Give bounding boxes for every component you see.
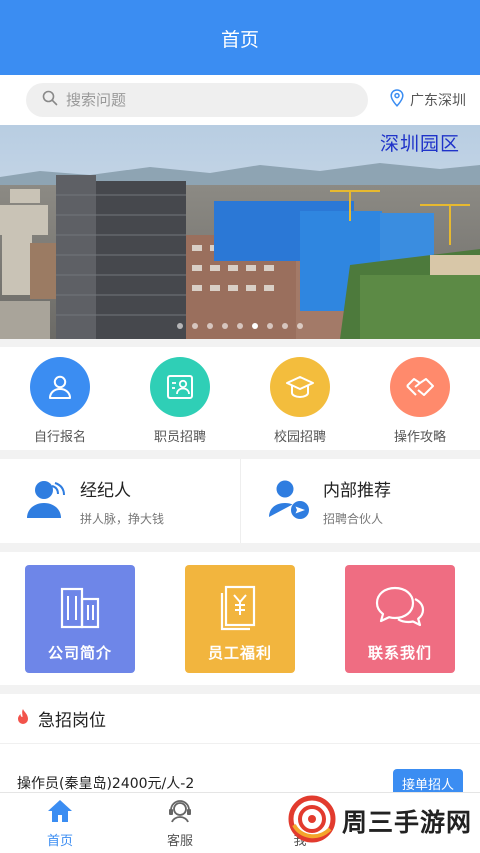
search-icon [42, 90, 58, 110]
quick-action-label: 操作攻略 [393, 430, 446, 445]
urgent-jobs-header: 急招岗位 [0, 694, 480, 744]
agent-title: 内部推荐 [323, 480, 391, 501]
carousel-dot[interactable] [237, 323, 243, 329]
quick-action-staff-recruit[interactable]: 职员招聘 [120, 347, 240, 450]
agent-section: 经纪人 拼人脉，挣大钱 内部推荐 招聘合伙人 [0, 459, 480, 543]
location-pin-icon [390, 89, 404, 111]
referral-person-icon [267, 477, 311, 525]
carousel-dot[interactable] [192, 323, 198, 329]
id-card-icon [150, 357, 210, 417]
location-selector[interactable]: 广东深圳 [390, 89, 466, 111]
tile-label: 员工福利 [207, 643, 272, 662]
job-title: 操作员(秦皇岛)2400元/人-2 [17, 776, 195, 792]
banner-carousel[interactable]: 深圳园区 [0, 125, 480, 339]
graduation-cap-icon [270, 357, 330, 417]
banner-image [0, 125, 480, 339]
watermark-logo-icon [288, 795, 336, 847]
urgent-jobs-title: 急招岗位 [38, 711, 106, 731]
tile-label: 联系我们 [367, 643, 432, 662]
handshake-icon [390, 357, 450, 417]
carousel-indicator [0, 323, 480, 329]
watermark: 周三手游网 [288, 795, 472, 847]
quick-action-guide[interactable]: 操作攻略 [360, 347, 480, 450]
chat-bubbles-icon [373, 583, 427, 635]
agent-card-broker[interactable]: 经纪人 拼人脉，挣大钱 [0, 459, 240, 543]
fire-icon [16, 708, 30, 730]
location-text: 广东深圳 [410, 93, 466, 109]
quick-action-campus-recruit[interactable]: 校园招聘 [240, 347, 360, 450]
search-input[interactable] [66, 91, 326, 109]
tile-company-intro[interactable]: 公司简介 [25, 564, 135, 673]
carousel-dot[interactable] [207, 323, 213, 329]
quick-action-label: 自行报名 [33, 430, 86, 445]
app-header: 首页 [0, 0, 480, 75]
page-title: 首页 [220, 29, 259, 51]
home-icon [47, 799, 73, 827]
agent-subtitle: 拼人脉，挣大钱 [80, 511, 165, 526]
agent-card-referral[interactable]: 内部推荐 招聘合伙人 [240, 459, 480, 543]
tile-contact-us[interactable]: 联系我们 [345, 564, 455, 673]
watermark-text: 周三手游网 [341, 808, 472, 837]
yen-receipt-icon [216, 583, 264, 635]
tab-customer-service[interactable]: 客服 [120, 793, 240, 853]
quick-action-self-register[interactable]: 自行报名 [0, 347, 120, 450]
agent-title: 经纪人 [80, 480, 131, 501]
banner-caption: 深圳园区 [379, 133, 460, 155]
carousel-dot[interactable] [282, 323, 288, 329]
carousel-dot-active[interactable] [252, 323, 258, 329]
headset-icon [167, 799, 193, 827]
tab-home[interactable]: 首页 [0, 793, 120, 853]
quick-action-label: 校园招聘 [273, 430, 326, 445]
tile-employee-benefits[interactable]: 员工福利 [185, 564, 295, 673]
search-box[interactable] [26, 83, 368, 117]
quick-action-label: 职员招聘 [153, 430, 206, 445]
search-bar: 广东深圳 [0, 75, 480, 125]
broker-person-icon [24, 477, 68, 525]
info-tiles: 公司简介 员工福利 联系我们 [0, 552, 480, 685]
carousel-dot[interactable] [177, 323, 183, 329]
person-icon [30, 357, 90, 417]
tab-label: 首页 [46, 834, 73, 849]
carousel-dot[interactable] [222, 323, 228, 329]
carousel-dot[interactable] [267, 323, 273, 329]
agent-subtitle: 招聘合伙人 [323, 511, 384, 526]
tile-label: 公司简介 [47, 643, 112, 662]
carousel-dot[interactable] [297, 323, 303, 329]
tab-label: 客服 [166, 834, 193, 849]
building-icon [56, 583, 104, 635]
quick-actions: 自行报名 职员招聘 校园招聘 操作攻略 [0, 347, 480, 450]
